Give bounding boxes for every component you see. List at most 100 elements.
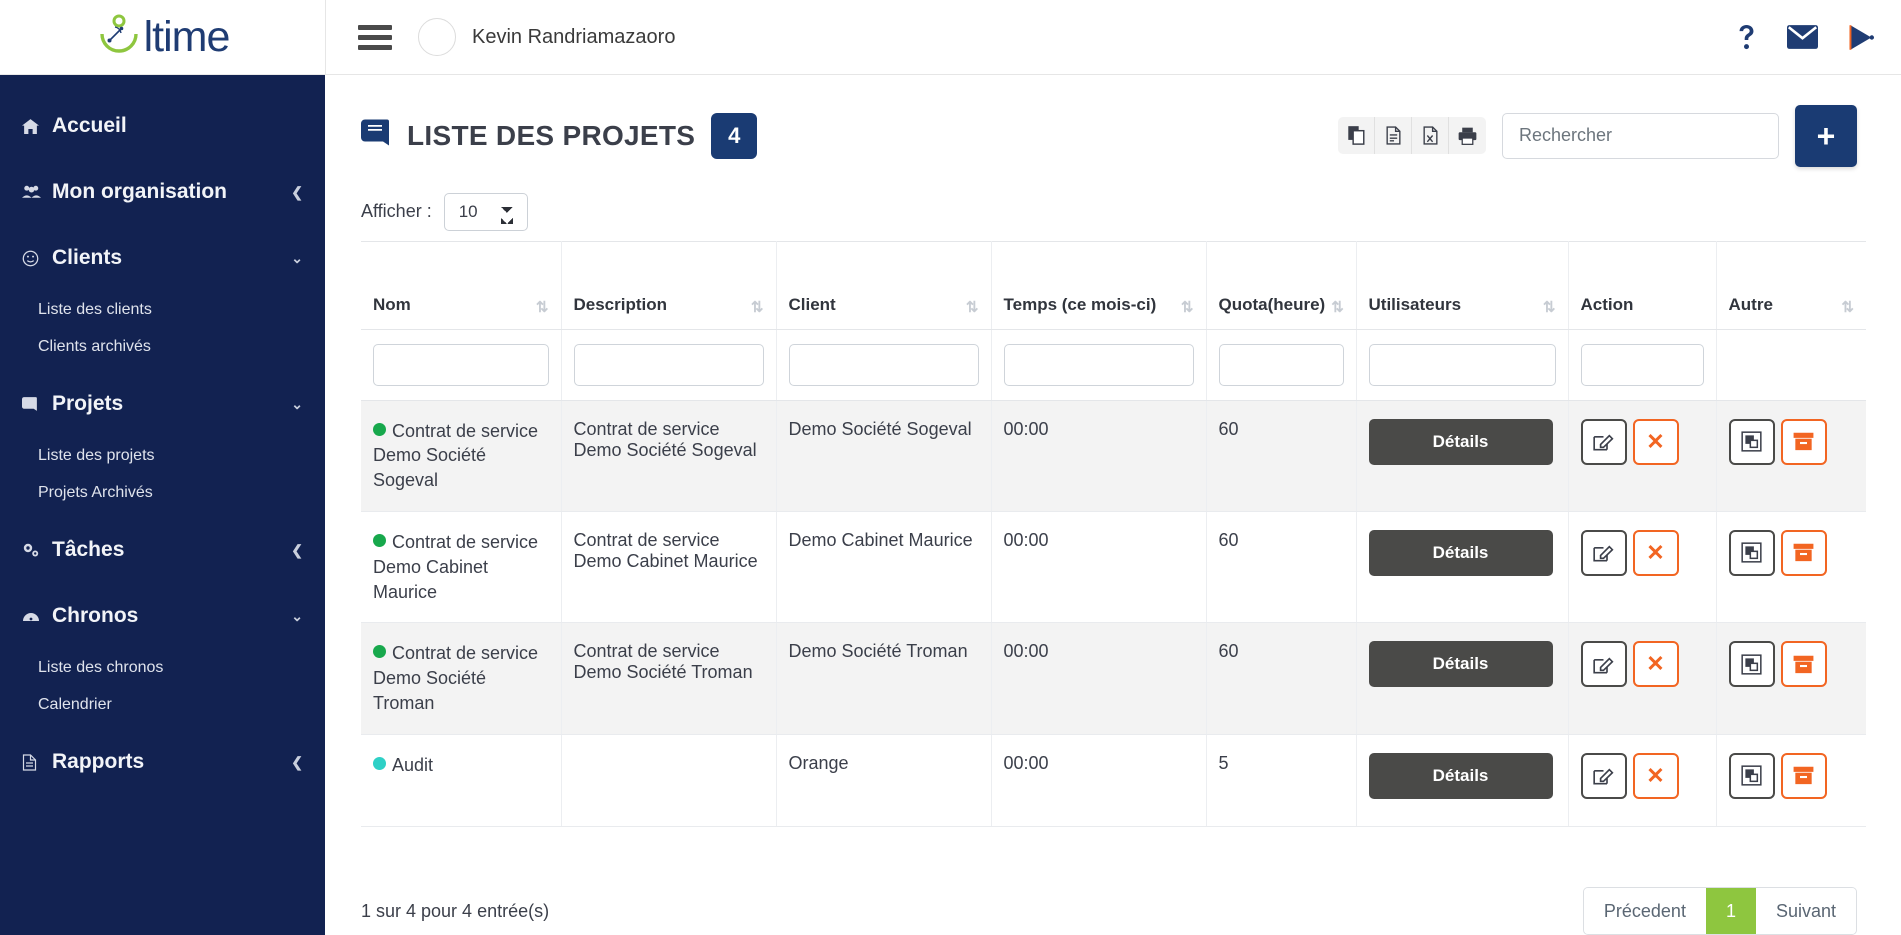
search-input[interactable] [1502,112,1779,159]
filter-input-action[interactable] [1580,343,1704,386]
cell-autre [1716,511,1866,624]
question-mark-icon[interactable] [1736,24,1757,50]
chevron-left-icon[interactable]: ❮ [291,184,303,201]
brand-logo: ltime [96,14,230,60]
filter-input-description[interactable] [573,343,764,386]
sidebar-item-projets[interactable]: Projets ⌄ [0,371,325,437]
column-header-client[interactable]: Client ⇅ [776,240,992,330]
sidebar-subitem-clients-archives[interactable]: Clients archivés [0,328,325,365]
column-header-temps[interactable]: Temps (ce mois-ci) ⇅ [991,240,1207,330]
sidebar-submenu-clients: Liste des clients Clients archivés [0,291,325,371]
status-dot [373,756,386,770]
sort-arrows-icon[interactable]: ⇅ [536,300,549,315]
sidebar-item-mon-organisation[interactable]: Mon organisation ❮ [0,159,325,225]
cell-autre [1716,400,1866,512]
archive-box-icon[interactable] [1780,418,1827,465]
topbar-actions [1736,24,1875,51]
column-header-utilisateurs[interactable]: Utilisateurs ⇅ [1356,240,1569,330]
column-header-autre[interactable]: Autre ⇅ [1716,240,1866,330]
chevron-down-icon[interactable]: ⌄ [291,396,303,413]
details-button[interactable]: Détails [1368,641,1553,688]
delete-x-icon[interactable]: ✕ [1632,418,1679,465]
sidebar-item-chronos[interactable]: Chronos ⌄ [0,583,325,649]
archive-box-icon[interactable] [1780,752,1827,799]
add-project-button[interactable]: + [1795,104,1857,167]
column-label: Client [788,294,836,314]
itime-logo-icon [96,14,142,60]
sidebar-item-label: Tâches [52,538,125,561]
brand-header[interactable]: ltime [0,0,325,75]
edit-icon[interactable] [1580,529,1627,576]
sidebar-item-label: Chronos [52,604,139,627]
copy-export-button[interactable] [1338,117,1375,155]
cell-client: Demo Cabinet Maurice [776,511,992,624]
delete-x-icon[interactable]: ✕ [1632,752,1679,799]
chevron-down-icon[interactable]: ⌄ [291,608,303,625]
excel-export-button[interactable] [1375,117,1412,155]
duplicate-icon[interactable] [1728,641,1775,688]
pagination-next-button[interactable]: Suivant [1755,888,1856,934]
archive-box-icon[interactable] [1780,641,1827,688]
sidebar-item-rapports[interactable]: Rapports ❮ [0,729,325,795]
sidebar-subitem-liste-des-clients[interactable]: Liste des clients [0,291,325,328]
filter-input-nom[interactable] [373,343,549,386]
home-icon [22,118,52,135]
sort-arrows-icon[interactable]: ⇅ [1331,300,1344,315]
column-header-nom[interactable]: Nom ⇅ [361,240,562,330]
envelope-icon[interactable] [1787,25,1818,49]
details-button[interactable]: Détails [1368,752,1553,799]
column-label: Action [1580,294,1634,314]
project-name: Contrat de service Demo Société Troman [373,643,539,714]
sort-arrows-icon[interactable]: ⇅ [1841,300,1854,315]
sidebar-subitem-projets-archives[interactable]: Projets Archivés [0,474,325,511]
edit-icon[interactable] [1580,641,1627,688]
filter-input-quota[interactable] [1218,343,1344,386]
duplicate-icon[interactable] [1728,529,1775,576]
duplicate-icon[interactable] [1728,752,1775,799]
column-header-quota[interactable]: Quota(heure) ⇅ [1206,240,1357,330]
pagination-prev-button[interactable]: Précedent [1583,888,1706,934]
edit-icon[interactable] [1580,752,1627,799]
sidebar-subitem-liste-des-chronos[interactable]: Liste des chronos [0,649,325,686]
details-button[interactable]: Détails [1368,529,1553,576]
column-header-description[interactable]: Description ⇅ [561,240,777,330]
chevron-down-icon[interactable]: ⌄ [291,250,303,267]
hamburger-menu-icon[interactable] [358,24,392,50]
sidebar-subitem-liste-des-projets[interactable]: Liste des projets [0,437,325,474]
display-count-select[interactable]: 10 [443,192,528,231]
sidebar-item-taches[interactable]: Tâches ❮ [0,517,325,583]
cell-utilisateurs: Détails [1356,400,1569,512]
sort-arrows-icon[interactable]: ⇅ [751,300,764,315]
page-title: LISTE DES PROJETS [407,119,696,151]
delete-x-icon[interactable]: ✕ [1632,641,1679,688]
paper-plane-icon[interactable] [1848,24,1875,51]
sidebar-subitem-calendrier[interactable]: Calendrier [0,686,325,723]
smiley-icon [22,250,52,267]
sort-arrows-icon[interactable]: ⇅ [1543,300,1556,315]
status-dot [373,533,386,547]
avatar[interactable] [418,18,456,56]
archive-box-icon[interactable] [1780,529,1827,576]
filter-input-temps[interactable] [1003,343,1194,386]
sidebar-item-accueil[interactable]: Accueil [0,93,325,159]
print-button[interactable] [1449,117,1486,154]
pagination-page-1[interactable]: 1 [1705,888,1756,934]
edit-icon[interactable] [1580,418,1627,465]
filter-input-client[interactable] [788,343,979,386]
sidebar-submenu-chronos: Liste des chronos Calendrier [0,649,325,729]
filter-input-utilisateurs[interactable] [1368,343,1556,386]
chevron-left-icon[interactable]: ❮ [291,754,303,771]
details-button[interactable]: Détails [1368,418,1553,465]
sidebar-item-label: Accueil [52,114,127,137]
pdf-export-button[interactable] [1412,117,1449,155]
cell-quota: 60 [1206,622,1357,735]
duplicate-icon[interactable] [1728,418,1775,465]
cell-quota: 60 [1206,511,1357,624]
chevron-left-icon[interactable]: ❮ [291,542,303,559]
delete-x-icon[interactable]: ✕ [1632,529,1679,576]
sort-arrows-icon[interactable]: ⇅ [966,300,979,315]
sidebar-item-clients[interactable]: Clients ⌄ [0,225,325,291]
sort-arrows-icon[interactable]: ⇅ [1181,300,1194,315]
gears-icon [22,542,52,558]
project-name: Contrat de service Demo Cabinet Maurice [373,531,539,602]
